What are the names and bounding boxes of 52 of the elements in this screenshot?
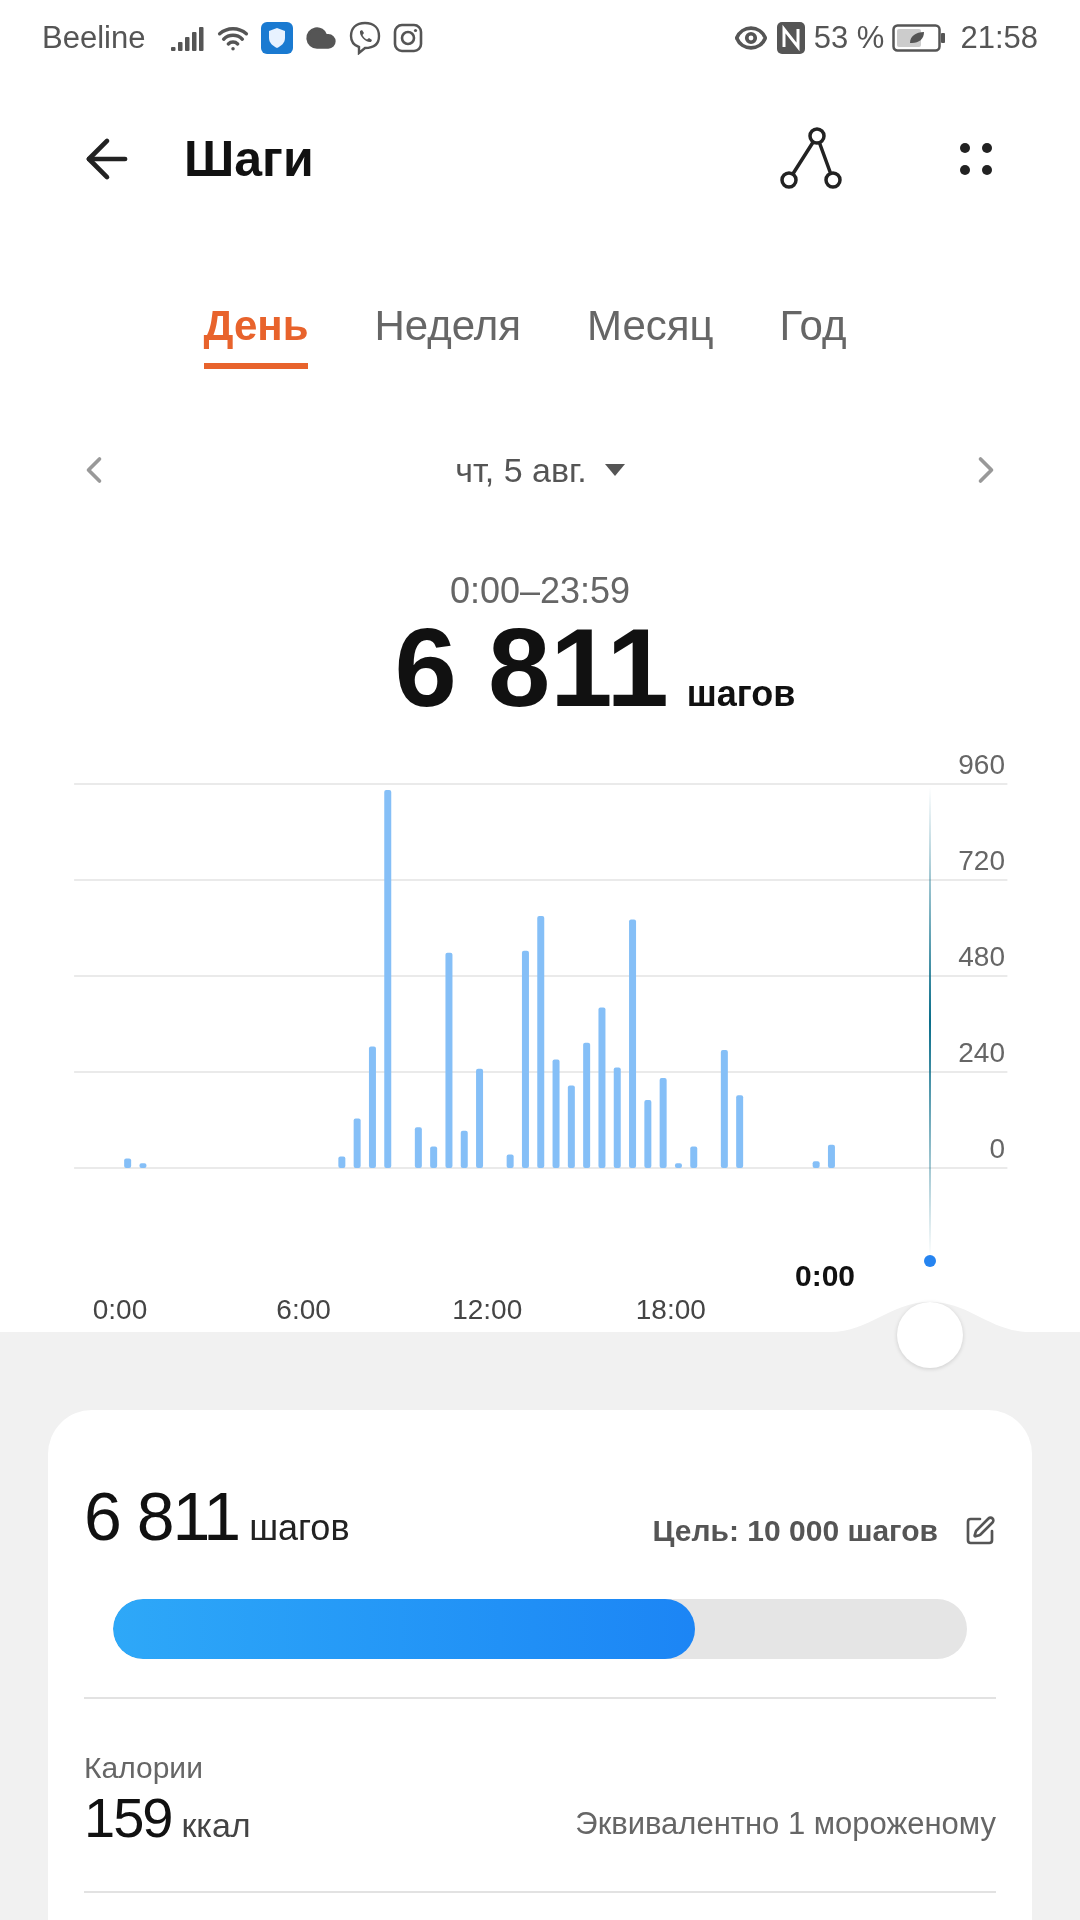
period-tab[interactable]: Неделя (374, 294, 521, 369)
period-tab[interactable]: Год (779, 294, 847, 369)
bar (124, 1158, 132, 1168)
bar (430, 1146, 438, 1168)
y-tick-label: 0 (989, 1133, 1005, 1164)
phone-bubble-icon (349, 21, 382, 55)
bar (139, 1163, 147, 1168)
bar (338, 1156, 346, 1168)
x-tick-label: 18:00 (635, 1294, 706, 1325)
cursor-time-label: 0:00 (794, 1259, 855, 1292)
calories-value: 159 (84, 1790, 172, 1846)
time-slider-handle[interactable] (897, 1302, 963, 1368)
edit-goal-button[interactable] (964, 1514, 996, 1547)
y-tick-label: 960 (958, 749, 1005, 780)
calories-unit: ккал (181, 1805, 251, 1846)
calories-label: Калории (84, 1750, 204, 1786)
goal-label: Цель: 10 000 шагов (652, 1513, 938, 1549)
calories-equivalent: Эквивалентно 1 мороженому (575, 1804, 996, 1843)
y-tick-label: 240 (958, 1037, 1005, 1068)
battery-icon (892, 24, 947, 52)
bar (644, 1100, 652, 1168)
bar (414, 1127, 422, 1168)
period-tab[interactable]: Месяц (587, 294, 714, 369)
bar (827, 1144, 835, 1168)
cursor-dot (924, 1255, 936, 1267)
date-selector[interactable]: чт, 5 авг. (455, 444, 625, 496)
total-steps: 6 811 (394, 612, 669, 724)
x-tick-label: 0:00 (92, 1294, 148, 1325)
signal-icon (171, 25, 206, 51)
x-tick-label: 12:00 (452, 1294, 523, 1325)
caret-icon[interactable] (604, 464, 625, 476)
y-tick-label: 480 (958, 941, 1005, 972)
camera-icon (393, 23, 424, 53)
period-tab[interactable]: День (203, 294, 309, 369)
carrier-label: Beeline (42, 18, 146, 57)
y-tick-label: 720 (958, 845, 1005, 876)
x-tick-label: 6:00 (276, 1294, 331, 1325)
shield-icon (261, 22, 294, 54)
bar (506, 1154, 514, 1168)
clock: 21:58 (960, 18, 1038, 57)
bar (812, 1161, 820, 1168)
battery-percent: 53 % (813, 18, 885, 57)
time-range: 0:00–23:59 (449, 569, 631, 613)
bar (353, 1118, 361, 1168)
bar (460, 1130, 468, 1168)
card-steps-value: 6 811 (84, 1482, 240, 1550)
bar (674, 1163, 682, 1168)
card-steps-unit: шагов (249, 1506, 350, 1550)
nfc-icon (775, 21, 806, 55)
page-title: Шаги (184, 129, 315, 189)
steps-unit: шагов (686, 672, 796, 716)
bar (690, 1146, 698, 1168)
